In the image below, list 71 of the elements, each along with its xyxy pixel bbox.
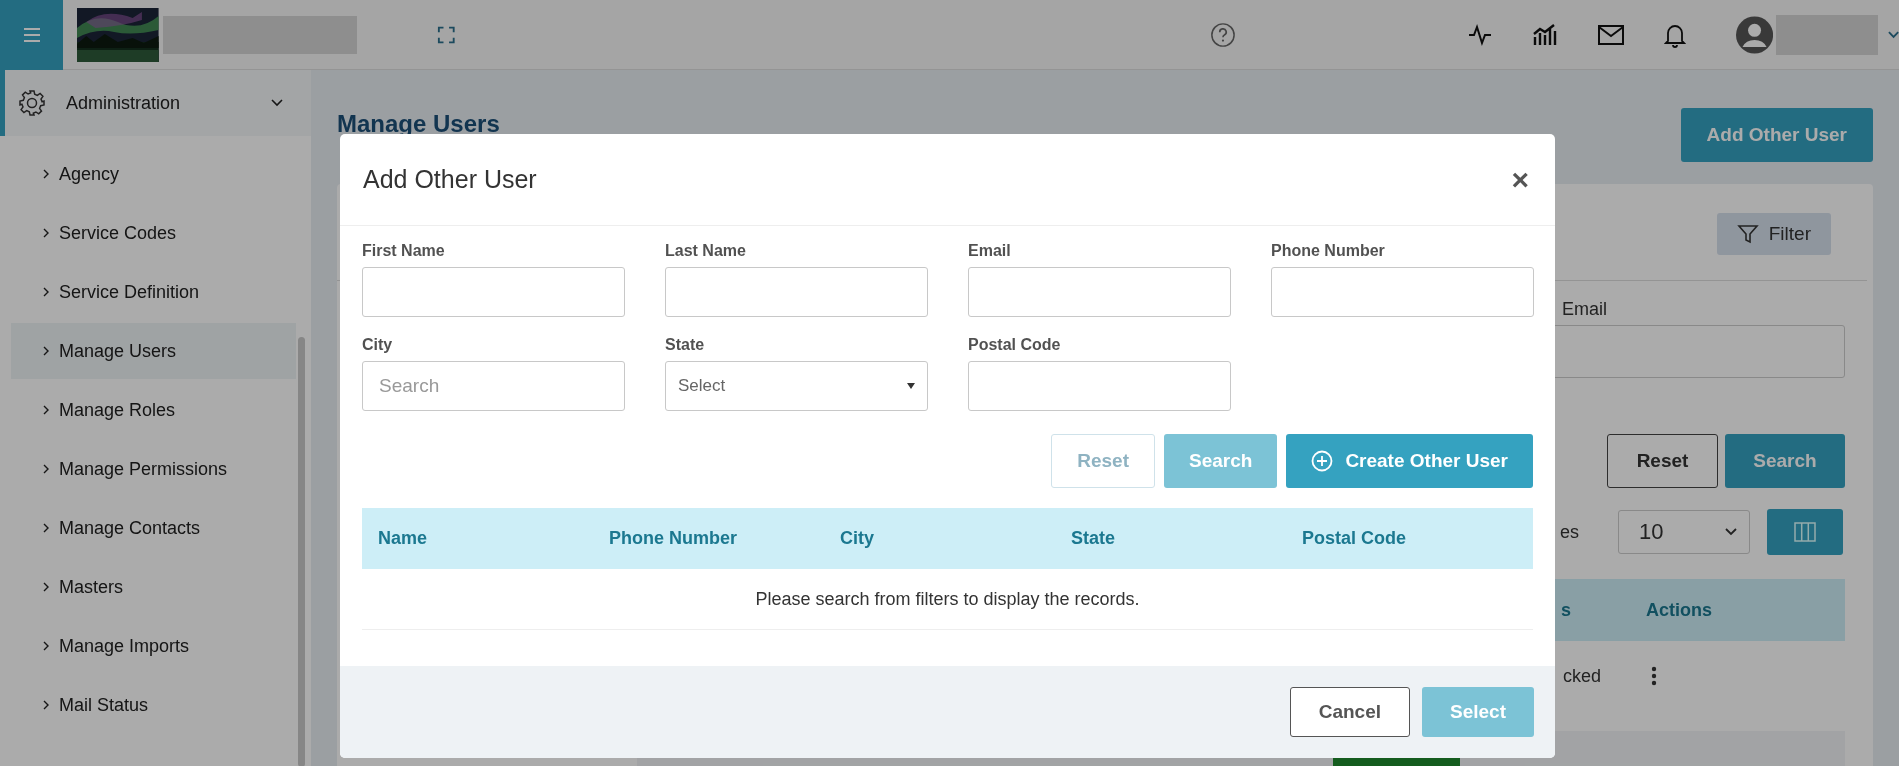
empty-message: Please search from filters to display the records. [755,588,1140,610]
column-header: s [1561,599,1571,621]
help-icon[interactable] [1209,20,1236,49]
filter-button[interactable]: Filter [1716,213,1831,255]
field-label: State [665,335,706,355]
chevron-right-icon [43,405,49,415]
columns-icon [1794,522,1816,542]
sidebar-item[interactable]: Manage Roles [11,382,296,438]
column-header: Name [378,528,429,549]
sidebar-item[interactable]: Agency [11,146,296,202]
sidebar-item[interactable]: Service Codes [11,205,296,261]
sidebar-section[interactable]: Administration [0,70,311,136]
sidebar-item[interactable]: Mail Status [11,677,296,733]
filter-icon [1736,223,1759,245]
page-size-label: es [1560,521,1580,543]
field-label: Postal Code [968,335,1062,355]
sidebar-item[interactable]: Manage Contacts [11,500,296,556]
menu-icon [22,27,41,42]
sidebar-item[interactable]: Manage Imports [11,618,296,674]
input-field[interactable] [665,267,928,317]
column-header: State [1071,528,1116,549]
sidebar-item[interactable]: Manage Users [11,323,296,379]
chevron-right-icon [43,287,49,297]
column-header: Postal Code [1302,528,1408,549]
field-label: Email [1562,299,1608,321]
column-header: City [840,528,875,549]
input-field[interactable]: Search [362,361,625,411]
select-field[interactable]: Select [665,361,928,411]
table-cell: cked [1563,665,1602,687]
chevron-right-icon [43,346,49,356]
reset-button[interactable]: Reset [1607,434,1718,488]
scrollbar[interactable] [298,337,305,766]
menu-button[interactable] [0,0,63,70]
field-label: Email [968,241,1012,261]
input-field[interactable] [362,267,625,317]
input-field[interactable] [968,361,1231,411]
column-header: Phone Number [609,528,738,549]
caret-icon [907,383,915,389]
chevron-right-icon [43,523,49,533]
chevron-right-icon [43,169,49,179]
fullscreen-icon[interactable] [437,24,456,45]
field-label: City [362,335,394,355]
chevron-right-icon [43,582,49,592]
input-field[interactable] [1271,267,1534,317]
chevron-down-icon [271,97,283,109]
sidebar-item[interactable]: Service Definition [11,264,296,320]
chevron-right-icon [43,464,49,474]
mail-icon[interactable] [1597,24,1624,45]
sidebar-item[interactable]: Manage Permissions [11,441,296,497]
sidebar-item[interactable]: Masters [11,559,296,615]
close-button[interactable]: × [1507,164,1533,195]
chevron-down-icon[interactable] [1887,30,1899,39]
activity-icon[interactable] [1467,22,1492,47]
page-title: Manage Users [337,110,500,138]
field-label: First Name [362,241,446,261]
plus-circle-icon [1311,450,1334,472]
page-size-select[interactable]: 10 [1618,510,1750,554]
input-field[interactable] [968,267,1231,317]
chevron-down-icon [1725,528,1737,536]
kebab-menu-icon[interactable] [1651,666,1658,686]
bar-chart-icon[interactable] [1531,22,1558,47]
field-label: Phone Number [1271,241,1386,261]
field-label: Last Name [665,241,747,261]
dialog-title: Add Other User [363,165,537,194]
dialog-button[interactable]: Cancel [1289,687,1410,737]
chevron-right-icon [43,228,49,238]
avatar-icon[interactable] [1735,14,1773,55]
column-header: Actions [1646,599,1713,621]
chevron-right-icon [43,700,49,710]
gear-icon [18,89,46,117]
chevron-right-icon [43,641,49,651]
